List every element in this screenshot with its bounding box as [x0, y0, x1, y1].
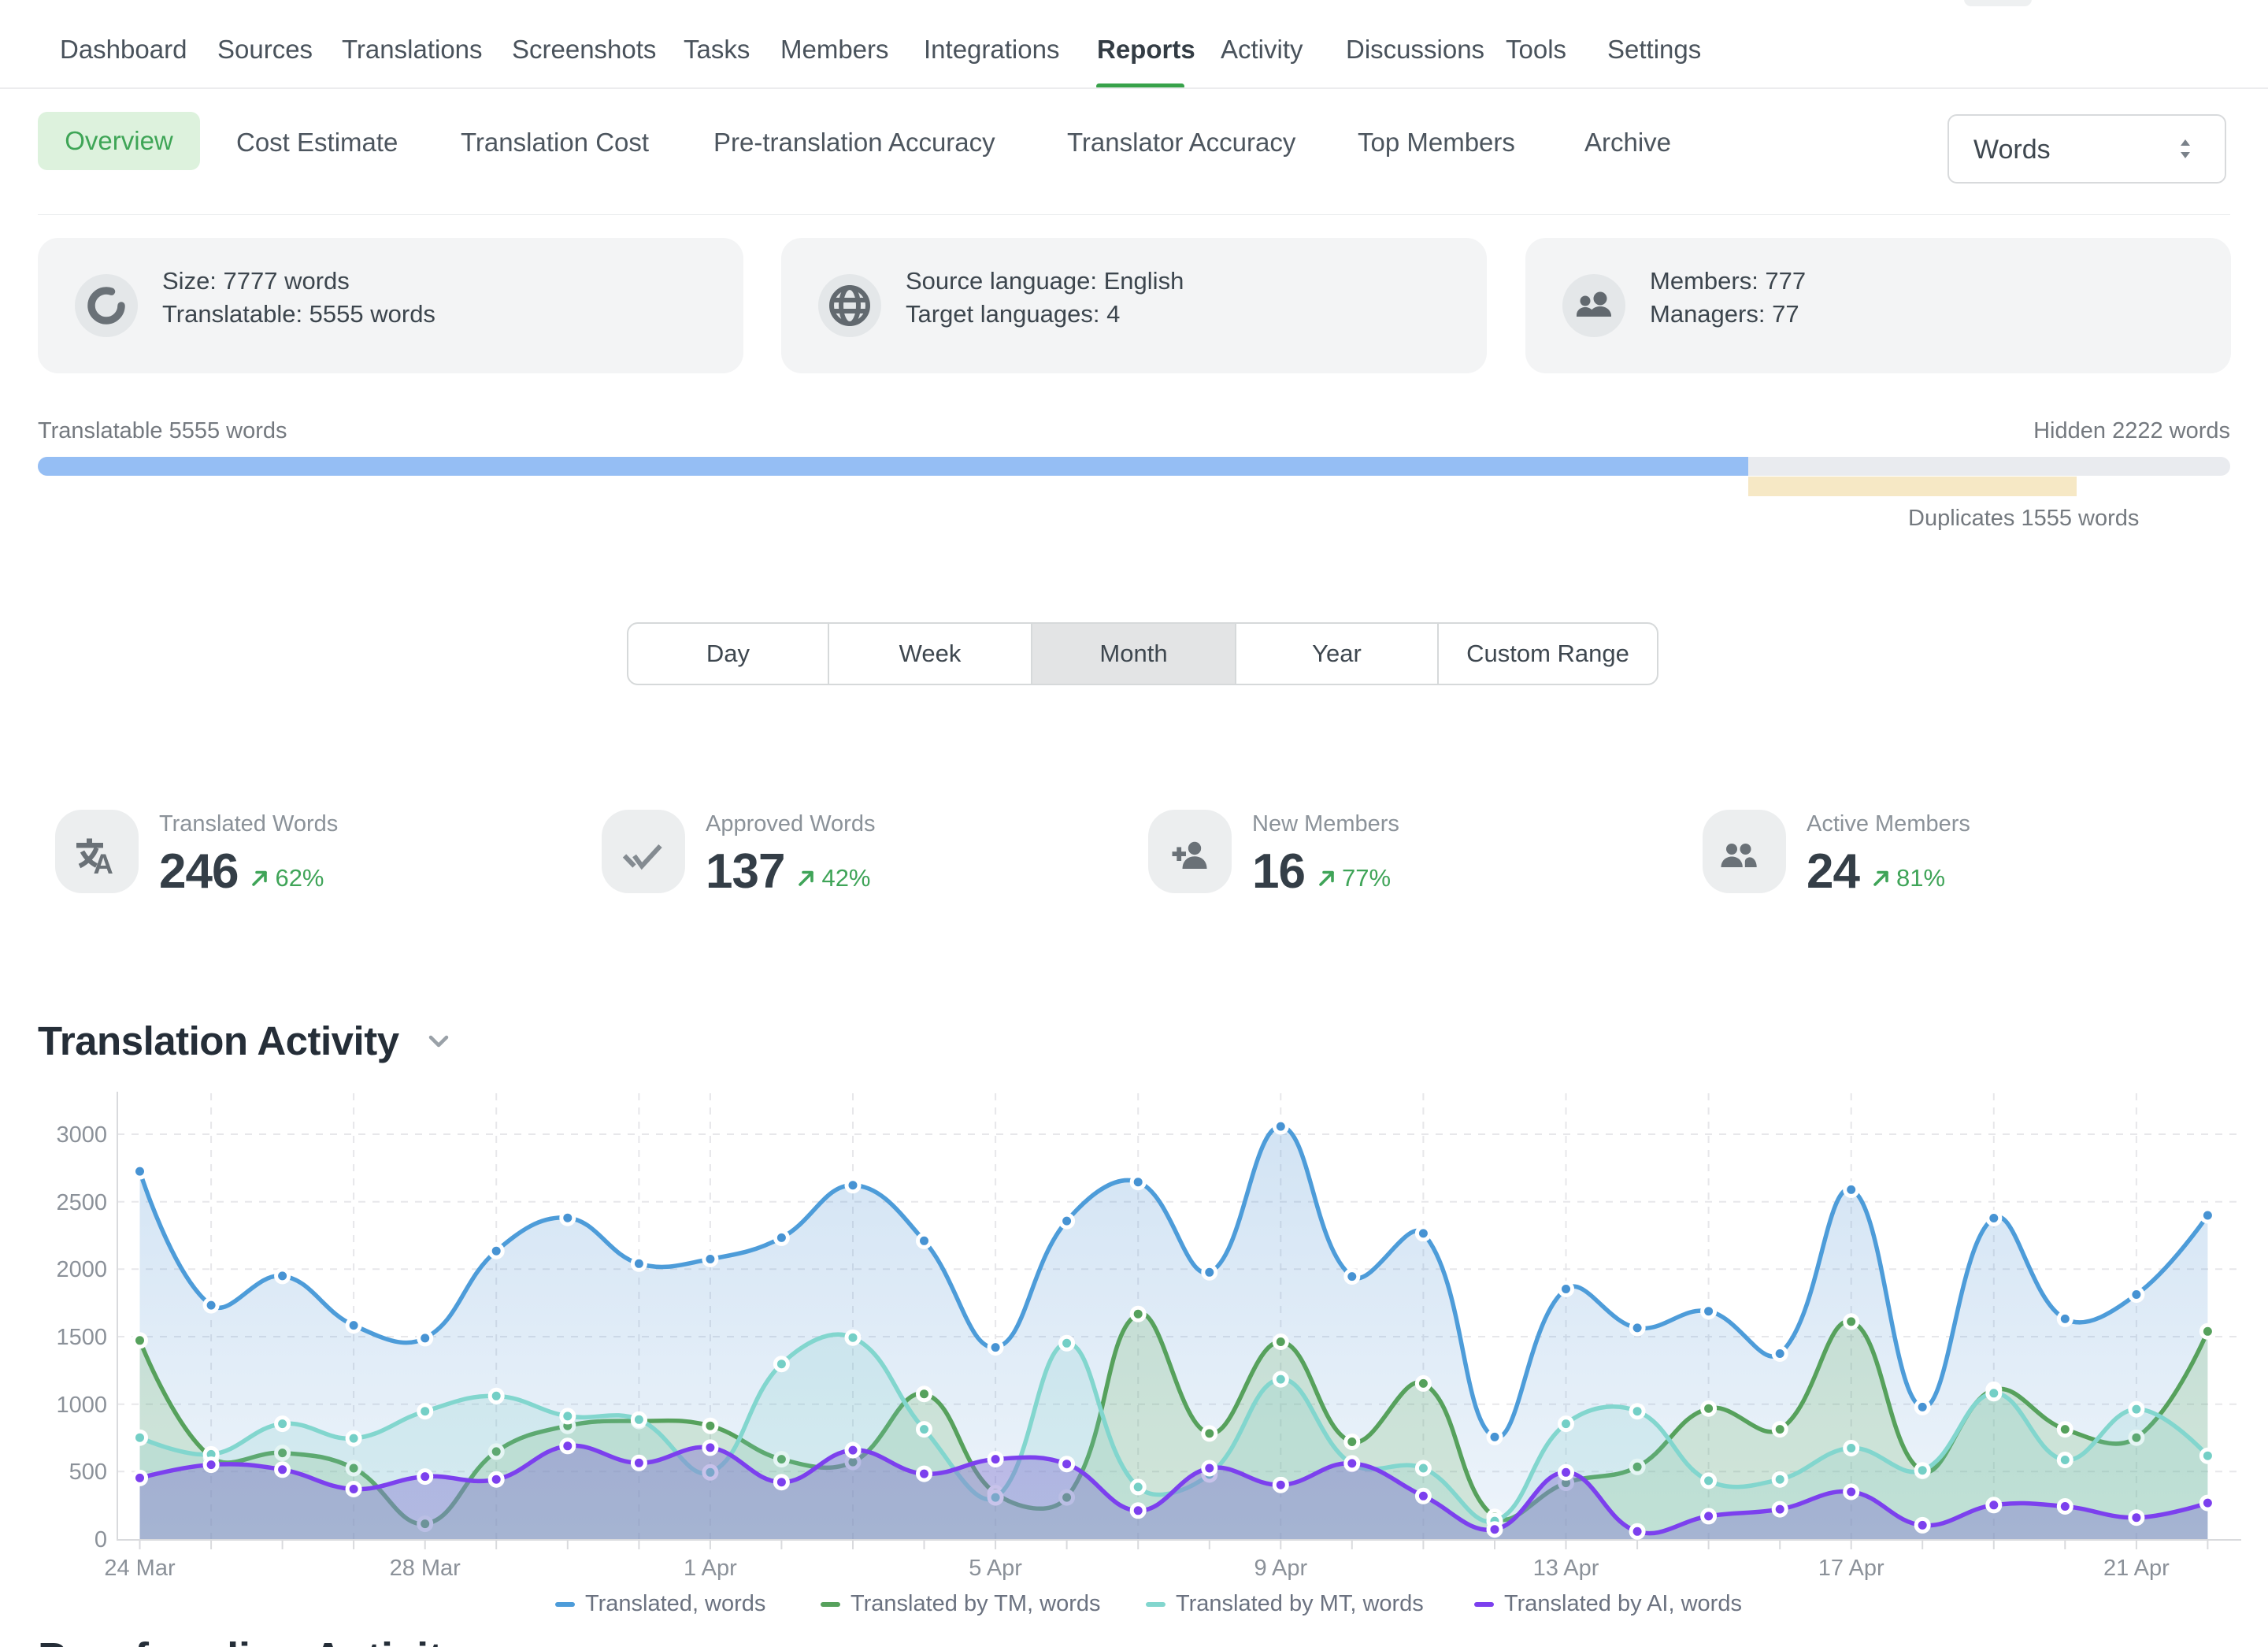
svg-text:28 Mar: 28 Mar [390, 1556, 461, 1581]
svg-text:17 Apr: 17 Apr [1818, 1556, 1884, 1581]
svg-text:9 Apr: 9 Apr [1254, 1556, 1307, 1581]
svg-text:21 Apr: 21 Apr [2103, 1556, 2170, 1581]
svg-text:1500: 1500 [56, 1325, 107, 1350]
svg-text:1000: 1000 [56, 1393, 107, 1418]
svg-text:13 Apr: 13 Apr [1533, 1556, 1599, 1581]
svg-text:5 Apr: 5 Apr [969, 1556, 1022, 1581]
svg-text:1 Apr: 1 Apr [684, 1556, 737, 1581]
svg-text:2500: 2500 [56, 1190, 107, 1215]
svg-text:0: 0 [94, 1527, 107, 1552]
svg-text:500: 500 [69, 1460, 107, 1485]
svg-text:24 Mar: 24 Mar [104, 1556, 176, 1581]
svg-text:3000: 3000 [56, 1122, 107, 1148]
svg-text:A: A [94, 849, 113, 880]
svg-text:2000: 2000 [56, 1257, 107, 1282]
